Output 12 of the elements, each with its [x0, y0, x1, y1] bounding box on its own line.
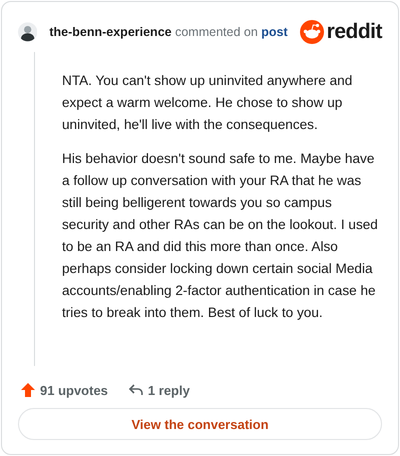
post-link[interactable]: post: [261, 25, 288, 39]
comment-paragraph: His behavior doesn't sound safe to me. Maybe have a follow up conversation with your RA that he was still being belligerent towards you so campus security and other RAs can be on the lookout. I used to be an RA and did this more than once. Also perhaps consider locking down certain social Media accounts/enabling 2-factor authentication in case he tries to break into them. Best of luck to you.: [62, 150, 379, 322]
reply-icon[interactable]: [128, 382, 144, 398]
brand-name: reddit: [326, 20, 382, 44]
username[interactable]: the-benn-experience: [49, 25, 172, 39]
action-text: commented on: [175, 25, 258, 39]
upvote-count: 91 upvotes: [40, 382, 108, 398]
comment-paragraph: NTA. You can't show up uninvited anywhere and expect a warm welcome. He chose to show up uninvited, he'll live with the consequences.: [62, 72, 354, 134]
upvote-arrow-icon[interactable]: [20, 382, 36, 398]
view-conversation-button[interactable]: View the conversation: [18, 408, 382, 440]
reddit-logo-icon: [300, 20, 324, 44]
reply-count: 1 reply: [148, 382, 190, 398]
